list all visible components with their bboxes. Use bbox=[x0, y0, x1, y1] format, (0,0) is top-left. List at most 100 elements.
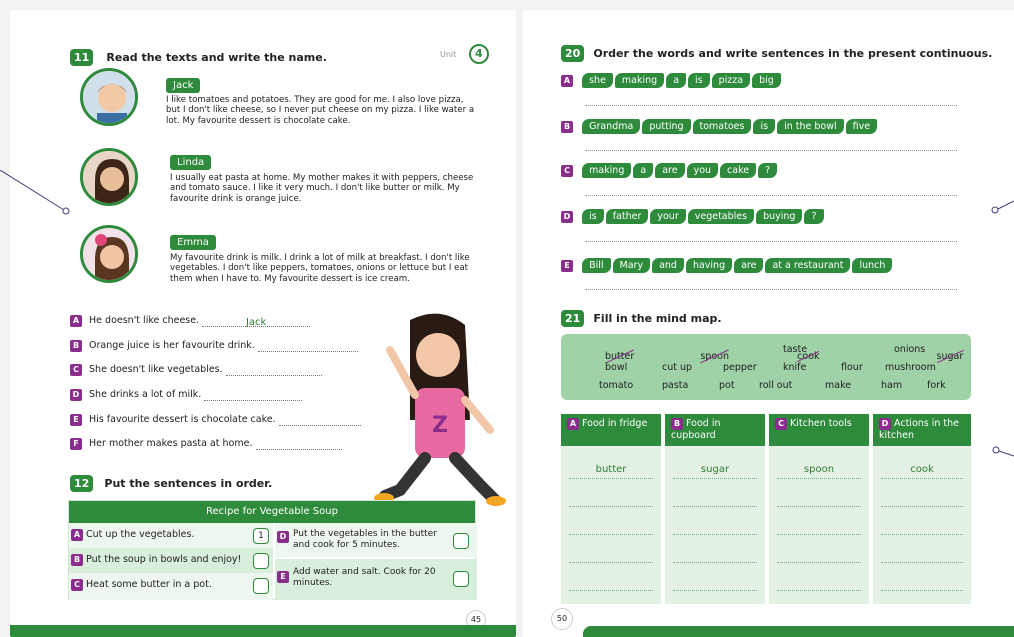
word-chip[interactable]: five bbox=[845, 119, 878, 134]
word-chip[interactable]: is bbox=[753, 119, 776, 134]
mindmap-column-d: D Actions in the kitchen cook bbox=[873, 414, 971, 604]
person-name-linda: Linda bbox=[170, 150, 212, 170]
word-chip[interactable]: having bbox=[685, 258, 733, 273]
order-box-c[interactable] bbox=[253, 578, 269, 594]
exercise-20-header: 20 Order the words and write sentences i… bbox=[561, 42, 992, 62]
person-name-jack: Jack bbox=[166, 73, 201, 93]
word-chip[interactable]: pizza bbox=[711, 73, 751, 88]
answer-text[interactable]: butter bbox=[561, 464, 661, 475]
word-chip[interactable]: Mary bbox=[612, 258, 651, 273]
ex20-row-d: D is father your vegetables buying? bbox=[561, 204, 981, 224]
word-chip[interactable]: making bbox=[614, 73, 665, 88]
word-chip[interactable]: cake bbox=[720, 163, 757, 178]
unit-badge: Unit 4 bbox=[440, 44, 489, 64]
word-bank-item: spoon bbox=[700, 351, 729, 362]
order-box-d[interactable] bbox=[453, 533, 469, 549]
answer-field[interactable] bbox=[225, 366, 322, 376]
word-chip[interactable]: lunch bbox=[852, 258, 893, 273]
answer-text[interactable]: sugar bbox=[665, 464, 765, 475]
answer-line[interactable] bbox=[585, 105, 957, 106]
word-chip[interactable]: in the bowl bbox=[777, 119, 844, 134]
order-box-e[interactable] bbox=[453, 571, 469, 587]
word-chip[interactable]: big bbox=[752, 73, 781, 88]
right-page: 20 Order the words and write sentences i… bbox=[523, 10, 1014, 637]
order-box-a[interactable]: 1 bbox=[253, 528, 269, 544]
ex20-row-e: E Bill Mary and having are at a restaurant lun… bbox=[561, 253, 1001, 273]
exercise-instruction: Fill in the mind map. bbox=[593, 312, 722, 325]
exercise-instruction: Order the words and write sentences in t… bbox=[593, 47, 993, 60]
sentence-b: B Orange juice is her favourite drink. bbox=[70, 340, 358, 352]
word-chip[interactable]: a bbox=[666, 73, 687, 88]
word-chip[interactable]: your bbox=[650, 209, 686, 224]
word-chip[interactable]: is bbox=[582, 209, 604, 224]
word-chip[interactable]: are bbox=[734, 258, 764, 273]
word-bank-item: pepper bbox=[723, 362, 757, 373]
sentence-f: F Her mother makes pasta at home. bbox=[70, 438, 342, 450]
answer-field[interactable]: Jack bbox=[202, 317, 311, 328]
connector-line-right-top bbox=[991, 200, 1014, 214]
person-text-linda: I usually eat pasta at home. My mother m… bbox=[170, 173, 474, 204]
exercise-number: 11 bbox=[70, 49, 94, 66]
word-chip[interactable]: putting bbox=[642, 119, 691, 134]
order-box-b[interactable] bbox=[253, 553, 269, 569]
answer-text[interactable]: spoon bbox=[769, 464, 869, 475]
left-page: 11 Read the texts and write the name. Un… bbox=[10, 10, 516, 637]
column-header: C Kitchen tools bbox=[769, 414, 869, 446]
jack-avatar bbox=[80, 68, 138, 126]
answer-line[interactable] bbox=[585, 289, 957, 290]
word-bank-item: butter bbox=[605, 351, 635, 362]
exercise-instruction: Read the texts and write the name. bbox=[106, 51, 327, 64]
word-chip[interactable]: ? bbox=[758, 163, 778, 178]
column-header: B Food in cupboard bbox=[665, 414, 765, 446]
exercise-21-header: 21 Fill in the mind map. bbox=[561, 307, 722, 327]
sentence-e: E His favourite dessert is chocolate cak… bbox=[70, 414, 361, 426]
ex20-row-b: B Grandma putting tomatoes is in the bowl fiv… bbox=[561, 114, 981, 134]
answer-line[interactable] bbox=[585, 150, 957, 151]
word-chip[interactable]: a bbox=[633, 163, 654, 178]
word-bank-item: cut up bbox=[662, 362, 693, 373]
recipe-step-a: A Cut up the vegetables. bbox=[71, 529, 194, 541]
recipe-step-e: Add water and salt. Cook for 20 minutes. bbox=[293, 567, 436, 588]
exercise-11-header: 11 Read the texts and write the name. bbox=[70, 46, 327, 66]
svg-text:Z: Z bbox=[432, 413, 448, 438]
word-chip[interactable]: making bbox=[582, 163, 632, 178]
answer-line[interactable] bbox=[585, 241, 957, 242]
word-chip[interactable]: tomatoes bbox=[692, 119, 752, 134]
exercise-number: 12 bbox=[70, 475, 94, 492]
footer-stripe bbox=[583, 626, 1014, 637]
word-chip[interactable]: are bbox=[655, 163, 685, 178]
answer-line[interactable] bbox=[585, 195, 957, 196]
column-header: A Food in fridge bbox=[561, 414, 661, 446]
word-chip[interactable]: Bill bbox=[582, 258, 611, 273]
word-chip[interactable]: is bbox=[688, 73, 710, 88]
page-number: 50 bbox=[551, 608, 573, 630]
answer-field[interactable] bbox=[257, 342, 358, 352]
recipe-title: Recipe for Vegetable Soup bbox=[69, 501, 475, 523]
word-chip[interactable]: you bbox=[686, 163, 719, 178]
word-bank-item: pasta bbox=[662, 380, 689, 391]
word-chip[interactable]: she bbox=[582, 73, 613, 88]
word-bank: butter spoon cook taste sugar onions bow… bbox=[561, 334, 971, 400]
word-chip[interactable]: Grandma bbox=[582, 119, 641, 134]
answer-text[interactable]: cook bbox=[873, 464, 971, 475]
unit-label: Unit bbox=[440, 50, 457, 59]
word-chip[interactable]: at a restaurant bbox=[765, 258, 851, 273]
recipe-step-c: C Heat some butter in a pot. bbox=[71, 579, 212, 591]
answer-field[interactable] bbox=[204, 391, 303, 401]
answer-field[interactable] bbox=[255, 440, 342, 450]
exercise-12-header: 12 Put the sentences in order. bbox=[70, 472, 272, 492]
sentence-c: C She doesn't like vegetables. bbox=[70, 364, 322, 376]
answer-field[interactable] bbox=[278, 416, 361, 426]
word-chip[interactable]: buying bbox=[756, 209, 803, 224]
exercise-instruction: Put the sentences in order. bbox=[104, 477, 273, 490]
word-chip[interactable]: vegetables bbox=[687, 209, 755, 224]
word-bank-item: pot bbox=[719, 380, 735, 391]
person-text-emma: My favourite drink is milk. I drink a lo… bbox=[170, 253, 470, 284]
word-chip[interactable]: father bbox=[605, 209, 649, 224]
recipe-step-d-letter: D bbox=[277, 531, 289, 543]
word-bank-item: mushroom bbox=[885, 362, 936, 373]
word-chip[interactable]: ? bbox=[804, 209, 824, 224]
word-chip[interactable]: and bbox=[652, 258, 684, 273]
sentence-a: A He doesn't like cheese. Jack bbox=[70, 315, 311, 328]
word-bank-item: roll out bbox=[759, 380, 793, 391]
